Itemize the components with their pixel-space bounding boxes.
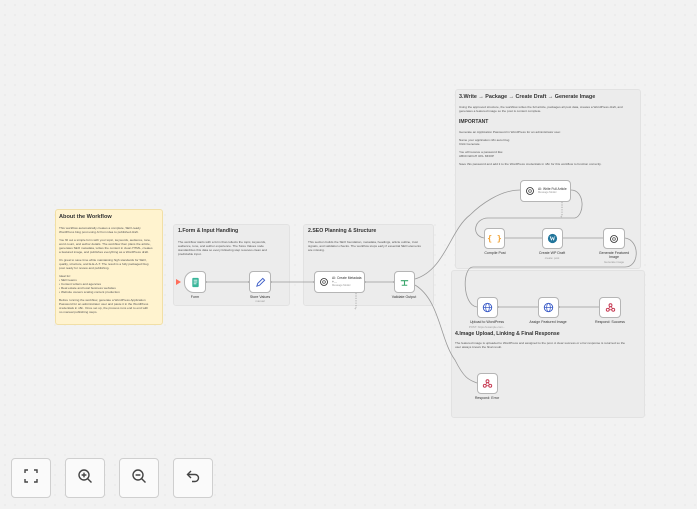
trigger-marker-icon	[176, 279, 181, 285]
respond-success-label: Respond: Success	[595, 320, 625, 324]
create-wp-draft-node[interactable]: W	[542, 228, 563, 249]
respond-error-node[interactable]	[477, 373, 498, 394]
respond-success-node[interactable]	[599, 297, 621, 318]
openai-icon	[525, 186, 535, 196]
svg-text:W: W	[550, 237, 556, 243]
undo-icon	[185, 468, 201, 489]
undo-button[interactable]	[173, 458, 213, 498]
assign-featured-image-node[interactable]	[538, 297, 559, 318]
zoom-out-icon	[131, 468, 147, 489]
wordpress-icon: W	[547, 233, 558, 244]
upload-to-wordpress-sub: POST: https://example.com...	[468, 324, 506, 329]
assign-featured-image-label: Assign Featured Image	[529, 320, 567, 324]
fit-view-icon	[23, 468, 39, 489]
add-model-plus-icon: +	[354, 306, 357, 311]
form-icon	[190, 277, 201, 288]
zoom-in-button[interactable]	[65, 458, 105, 498]
upload-to-wordpress-label: Upload to WordPress	[469, 320, 505, 324]
validate-output-label: Validate Output	[391, 295, 417, 299]
store-values-sub: manual	[255, 299, 265, 303]
pencil-icon	[255, 277, 266, 288]
compile-post-node[interactable]: { }	[484, 228, 505, 249]
ai-create-metadata-sub: Message Model	[332, 284, 351, 288]
validate-output-node[interactable]	[394, 271, 415, 293]
code-icon: { }	[487, 234, 502, 243]
globe-icon	[482, 302, 493, 313]
webhook-icon	[605, 302, 616, 313]
webhook-icon	[482, 378, 493, 389]
form-node-label: Form	[190, 295, 200, 299]
generate-featured-image-label: Generate Featured Image	[598, 251, 630, 259]
ai-create-metadata-node[interactable]: AI: Create Metadata +... Message Model	[314, 271, 365, 293]
openai-icon	[319, 277, 329, 287]
wire-validate-error	[414, 284, 478, 384]
zoom-in-icon	[77, 468, 93, 489]
respond-error-label: Respond: Error	[474, 396, 500, 400]
openai-icon	[609, 234, 619, 244]
generate-featured-image-sub: Generate image	[603, 260, 625, 264]
ai-write-article-sub: Message Model	[538, 191, 557, 195]
generate-featured-image-node[interactable]	[603, 228, 625, 249]
connection-wires: + +	[176, 189, 637, 384]
create-wp-draft-sub: create: post	[544, 255, 560, 260]
compile-post-label: Compile Post	[484, 251, 506, 255]
globe-icon	[543, 302, 554, 313]
store-values-node[interactable]	[249, 271, 271, 293]
form-node[interactable]	[184, 271, 206, 293]
zoom-out-button[interactable]	[119, 458, 159, 498]
fit-view-button[interactable]	[11, 458, 51, 498]
upload-to-wordpress-node[interactable]	[477, 297, 498, 318]
ai-write-article-node[interactable]: AI: Write Full Article Message Model	[520, 180, 571, 202]
filter-icon	[399, 277, 410, 288]
create-wp-draft-label: Create WP Draft	[538, 251, 566, 255]
